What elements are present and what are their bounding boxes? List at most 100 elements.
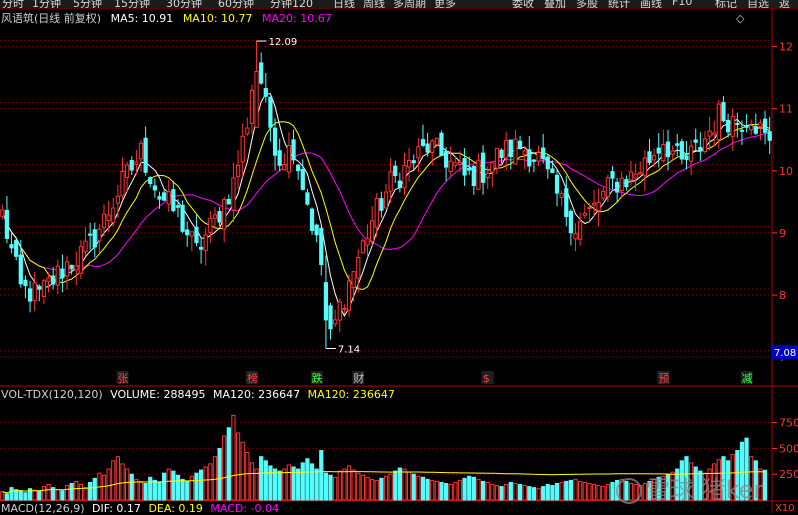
candle-up — [282, 153, 287, 171]
candle-down — [27, 280, 33, 313]
kline-chart: 7891011127.08◇12.097.14张榜跌财$预减250500750X… — [0, 8, 798, 513]
candle-body — [693, 139, 698, 143]
volume-bar — [296, 468, 301, 501]
candle-up — [591, 190, 597, 217]
candle-down — [291, 129, 296, 164]
candle-body — [41, 280, 47, 298]
candle-body — [453, 162, 458, 166]
candle-down — [314, 223, 319, 243]
candle-body — [610, 171, 615, 179]
stock-name: 风语筑(日线 前复权) — [1, 12, 102, 25]
candle-up — [74, 251, 79, 286]
candle-up — [337, 298, 342, 333]
volume-bar — [370, 478, 375, 501]
candle-body — [601, 190, 606, 199]
volume-bar — [480, 480, 486, 501]
candle-body — [698, 146, 703, 152]
candle-up — [189, 231, 194, 252]
candle-body — [282, 164, 287, 171]
candle-body — [92, 229, 97, 248]
event-marker: 财 — [353, 371, 364, 385]
volume-bar — [564, 480, 569, 501]
candle-up — [370, 205, 375, 246]
vol-value: VOLUME: 288495 — [110, 388, 206, 401]
volume-bar — [175, 474, 181, 501]
volume-bar — [9, 487, 14, 501]
candle-down — [37, 284, 42, 302]
volume-bar — [314, 468, 319, 501]
snowball-logo-icon — [616, 478, 642, 504]
candle-body — [175, 205, 181, 208]
volume-bar — [393, 470, 398, 501]
candle-body — [314, 224, 319, 236]
volume-bar — [138, 480, 144, 501]
candle-body — [504, 140, 509, 159]
volume-bar — [504, 484, 509, 501]
volume-bar — [550, 485, 555, 501]
volume-bar — [425, 478, 430, 501]
volume-bar — [198, 469, 204, 501]
volume-bar — [226, 427, 231, 501]
candle-up — [702, 131, 708, 154]
candle-body — [624, 179, 629, 188]
candle-body — [753, 126, 758, 134]
candle-up — [406, 147, 412, 182]
candle-down — [480, 145, 486, 195]
candle-body — [277, 150, 282, 166]
candle-body — [356, 256, 361, 279]
candle-body — [134, 161, 139, 165]
candle-body — [263, 87, 268, 97]
volume-bar — [300, 462, 305, 501]
candle-body — [619, 177, 624, 192]
candle-body — [342, 307, 347, 310]
candle-body — [443, 151, 449, 168]
candle-up — [707, 116, 712, 151]
candle-up — [333, 309, 338, 328]
candle-body — [189, 231, 194, 237]
candle-body — [716, 103, 721, 141]
volume-bar — [240, 441, 245, 501]
candle-body — [383, 191, 389, 209]
candle-body — [749, 125, 754, 131]
volume-bar — [245, 452, 250, 501]
candle-up — [402, 152, 407, 196]
volume-bar — [180, 478, 185, 501]
candle-down — [198, 236, 204, 264]
candle-body — [60, 268, 65, 279]
volume-bar — [263, 460, 268, 501]
volume-bar — [601, 486, 606, 501]
volume-bar — [559, 481, 564, 501]
candle-down — [217, 207, 222, 227]
event-marker: $ — [483, 372, 490, 385]
candle-down — [51, 267, 56, 290]
candle-body — [480, 152, 486, 183]
candle-down — [152, 178, 157, 198]
candle-body — [129, 159, 134, 171]
candle-body — [490, 162, 495, 173]
volume-bar — [189, 475, 194, 501]
candle-body — [541, 147, 546, 160]
volume-legend: VOL-TDX(120,120) VOLUME: 288495 MA120: 2… — [1, 388, 395, 401]
candle-body — [51, 275, 56, 285]
candle-body — [416, 146, 421, 159]
candle-down — [420, 124, 426, 148]
volume-bar — [499, 486, 504, 501]
candle-body — [642, 157, 647, 177]
candle-down — [439, 130, 444, 157]
candle-down — [148, 176, 153, 188]
candle-body — [573, 233, 578, 240]
candle-body — [628, 171, 634, 181]
candle-up — [351, 270, 356, 302]
candle-body — [647, 151, 652, 163]
volume-bar — [309, 463, 315, 501]
candle-down — [725, 113, 731, 138]
volume-bar — [69, 482, 74, 501]
candle-body — [319, 227, 324, 266]
volume-bar — [125, 468, 130, 501]
candle-body — [208, 218, 213, 233]
candle-body — [615, 181, 620, 193]
volume-bar — [268, 465, 273, 501]
candle-body — [217, 211, 222, 223]
candle-body — [185, 229, 190, 236]
candle-up — [106, 200, 111, 233]
